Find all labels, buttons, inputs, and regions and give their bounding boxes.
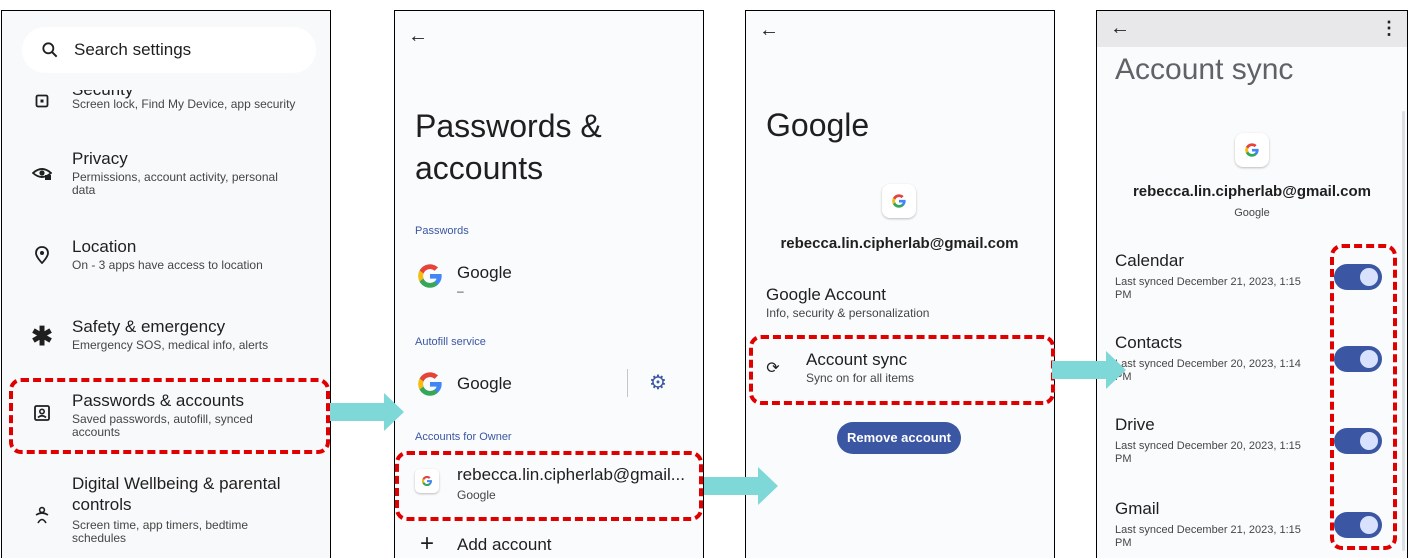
sync-item-subtitle: Last synced December 20, 2023, 1:14 PM xyxy=(1115,358,1301,383)
settings-item-subtitle: Emergency SOS, medical info, alerts xyxy=(72,338,269,352)
google-account-title: Google Account xyxy=(766,285,887,304)
page-title: Account sync xyxy=(1115,53,1294,86)
settings-item-safety[interactable]: ✱ Safety & emergency Emergency SOS, medi… xyxy=(2,317,330,361)
settings-item-title: Safety & emergency xyxy=(72,317,226,336)
flow-arrow-2 xyxy=(704,467,778,505)
settings-item-privacy[interactable]: Privacy Permissions, account activity, p… xyxy=(2,149,330,209)
flow-arrow-1 xyxy=(330,393,404,431)
more-options-icon[interactable]: ⋮ xyxy=(1380,17,1398,39)
google-logo-icon xyxy=(415,369,445,399)
search-placeholder: Search settings xyxy=(74,40,192,59)
search-bar[interactable]: Search settings xyxy=(22,27,316,73)
security-icon xyxy=(34,93,50,109)
settings-item-wellbeing[interactable]: Digital Wellbeing & parental controls Sc… xyxy=(2,473,330,558)
account-provider: Google xyxy=(1234,207,1270,219)
back-arrow-icon[interactable]: ← xyxy=(1109,17,1131,39)
google-logo-icon xyxy=(415,261,445,291)
password-manager-item[interactable]: Google – xyxy=(395,255,701,305)
settings-item-location[interactable]: Location On - 3 apps have access to loca… xyxy=(2,237,330,281)
highlight-account-sync xyxy=(749,335,1055,405)
asterisk-icon: ✱ xyxy=(31,320,53,351)
password-manager-title: Google xyxy=(457,263,512,282)
scrollbar[interactable] xyxy=(1402,111,1405,551)
back-arrow-icon[interactable]: ← xyxy=(407,25,429,47)
settings-item-title: Location xyxy=(72,237,137,256)
section-header-accounts: Accounts for Owner xyxy=(415,431,512,443)
sync-item-subtitle: Last synced December 20, 2023, 1:15 PM xyxy=(1115,440,1301,465)
google-account-panel: ← Google rebecca.lin.cipherlab@gmail.com… xyxy=(745,10,1055,558)
sync-item-subtitle: Last synced December 21, 2023, 1:15 PM xyxy=(1115,276,1301,301)
wellbeing-icon xyxy=(32,505,52,525)
settings-item-title: Digital Wellbeing & parental controls xyxy=(72,474,281,514)
highlight-account-item xyxy=(395,451,703,521)
google-account-avatar xyxy=(882,184,916,218)
add-account-label: Add account xyxy=(457,535,552,554)
divider xyxy=(627,369,628,397)
remove-account-button[interactable]: Remove account xyxy=(837,422,961,454)
location-pin-icon xyxy=(32,245,52,265)
google-account-item[interactable]: Google Account Info, security & personal… xyxy=(746,283,1052,327)
sync-item-title: Gmail xyxy=(1115,499,1160,518)
account-email: rebecca.lin.cipherlab@gmail.com xyxy=(780,235,1019,252)
autofill-service-title: Google xyxy=(457,374,512,393)
page-title: Passwords & accounts xyxy=(415,108,602,186)
settings-item-subtitle: On - 3 apps have access to location xyxy=(72,258,263,272)
highlight-passwords-accounts xyxy=(9,378,330,454)
settings-item-subtitle: Screen time, app timers, bedtime schedul… xyxy=(72,518,249,545)
account-email: rebecca.lin.cipherlab@gmail.com xyxy=(1132,183,1372,200)
section-header-passwords: Passwords xyxy=(415,225,469,237)
page-title: Google xyxy=(766,107,870,143)
settings-item-subtitle: Permissions, account activity, personal … xyxy=(72,170,278,197)
gear-icon[interactable]: ⚙ xyxy=(647,371,669,394)
highlight-sync-toggles xyxy=(1330,244,1397,550)
settings-item-security[interactable]: Security Screen lock, Find My Device, ap… xyxy=(2,79,330,123)
privacy-eye-icon xyxy=(32,163,52,183)
google-account-subtitle: Info, security & personalization xyxy=(766,306,930,320)
search-icon xyxy=(40,40,60,60)
autofill-service-item[interactable]: Google ⚙ xyxy=(395,365,701,409)
sync-item-title: Calendar xyxy=(1115,251,1184,270)
top-app-bar xyxy=(1097,11,1407,47)
add-account-item[interactable]: + Add account xyxy=(395,530,701,558)
settings-item-title: Privacy xyxy=(72,149,128,168)
back-arrow-icon[interactable]: ← xyxy=(758,19,780,41)
section-header-autofill: Autofill service xyxy=(415,336,486,348)
password-manager-subtitle: – xyxy=(457,284,464,298)
sync-item-title: Drive xyxy=(1115,415,1155,434)
flow-arrow-3 xyxy=(1052,351,1126,389)
settings-item-subtitle: Screen lock, Find My Device, app securit… xyxy=(72,97,296,111)
plus-icon: + xyxy=(419,530,434,557)
google-account-avatar xyxy=(1235,133,1269,167)
settings-panel: Search settings Security Screen lock, Fi… xyxy=(1,10,331,558)
sync-item-subtitle: Last synced December 21, 2023, 1:15 PM xyxy=(1115,524,1301,549)
